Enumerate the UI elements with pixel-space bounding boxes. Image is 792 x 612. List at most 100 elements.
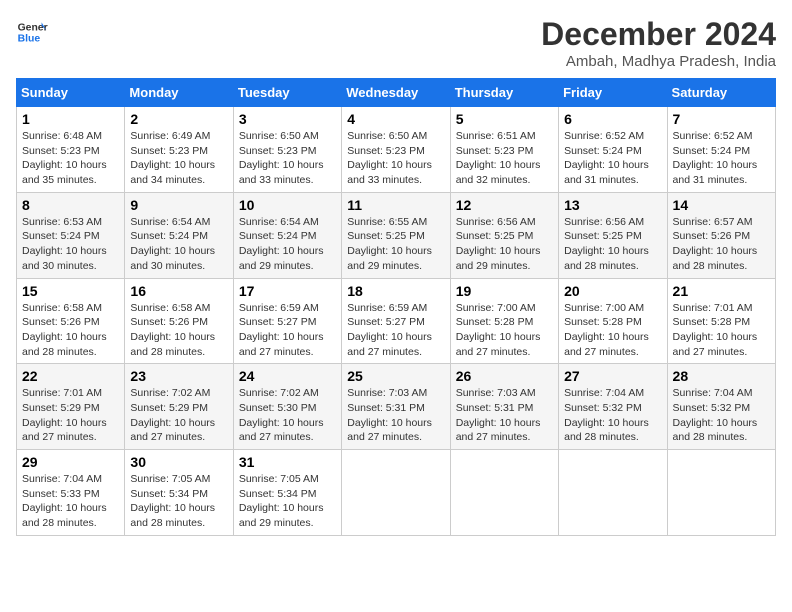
day-info: Sunrise: 6:55 AM Sunset: 5:25 PM Dayligh… <box>347 215 444 274</box>
day-info: Sunrise: 7:00 AM Sunset: 5:28 PM Dayligh… <box>456 301 553 360</box>
calendar-week-5: 29Sunrise: 7:04 AM Sunset: 5:33 PM Dayli… <box>17 450 776 536</box>
calendar-cell: 31Sunrise: 7:05 AM Sunset: 5:34 PM Dayli… <box>233 450 341 536</box>
day-number: 9 <box>130 197 227 213</box>
svg-text:General: General <box>18 22 48 33</box>
day-info: Sunrise: 6:53 AM Sunset: 5:24 PM Dayligh… <box>22 215 119 274</box>
day-number: 15 <box>22 283 119 299</box>
weekday-sunday: Sunday <box>17 79 125 107</box>
day-number: 14 <box>673 197 770 213</box>
calendar-cell: 2 Sunrise: 6:49 AM Sunset: 5:23 PM Daylig… <box>125 107 233 193</box>
day-info: Sunrise: 7:04 AM Sunset: 5:32 PM Dayligh… <box>564 386 661 445</box>
day-info: Sunrise: 6:50 AM Sunset: 5:23 PM Dayligh… <box>347 129 444 188</box>
day-number: 10 <box>239 197 336 213</box>
day-number: 13 <box>564 197 661 213</box>
calendar-cell: 17Sunrise: 6:59 AM Sunset: 5:27 PM Dayli… <box>233 278 341 364</box>
day-number: 19 <box>456 283 553 299</box>
calendar-cell: 23 Sunrise: 7:02 AM Sunset: 5:29 PM Dayli… <box>125 364 233 450</box>
day-info: Sunrise: 7:03 AM Sunset: 5:31 PM Dayligh… <box>456 386 553 445</box>
calendar-cell <box>667 450 775 536</box>
calendar-cell: 19 Sunrise: 7:00 AM Sunset: 5:28 PM Dayli… <box>450 278 558 364</box>
calendar-week-1: 1 Sunrise: 6:48 AM Sunset: 5:23 PM Daylig… <box>17 107 776 193</box>
calendar-body: 1 Sunrise: 6:48 AM Sunset: 5:23 PM Daylig… <box>17 107 776 536</box>
calendar-cell: 28Sunrise: 7:04 AM Sunset: 5:32 PM Dayli… <box>667 364 775 450</box>
title-block: December 2024 Ambah, Madhya Pradesh, Ind… <box>541 16 776 70</box>
weekday-friday: Friday <box>559 79 667 107</box>
calendar-cell: 14 Sunrise: 6:57 AM Sunset: 5:26 PM Dayli… <box>667 192 775 278</box>
calendar-cell: 13 Sunrise: 6:56 AM Sunset: 5:25 PM Dayli… <box>559 192 667 278</box>
calendar-week-3: 15 Sunrise: 6:58 AM Sunset: 5:26 PM Dayli… <box>17 278 776 364</box>
day-info: Sunrise: 7:04 AM Sunset: 5:32 PM Dayligh… <box>673 386 770 445</box>
day-number: 27 <box>564 368 661 384</box>
day-number: 4 <box>347 111 444 127</box>
day-number: 23 <box>130 368 227 384</box>
day-info: Sunrise: 7:00 AM Sunset: 5:28 PM Dayligh… <box>564 301 661 360</box>
day-number: 11 <box>347 197 444 213</box>
day-number: 16 <box>130 283 227 299</box>
calendar-cell: 26Sunrise: 7:03 AM Sunset: 5:31 PM Dayli… <box>450 364 558 450</box>
day-number: 30 <box>130 454 227 470</box>
weekday-tuesday: Tuesday <box>233 79 341 107</box>
calendar-cell: 22 Sunrise: 7:01 AM Sunset: 5:29 PM Dayli… <box>17 364 125 450</box>
day-info: Sunrise: 7:01 AM Sunset: 5:28 PM Dayligh… <box>673 301 770 360</box>
day-number: 6 <box>564 111 661 127</box>
day-info: Sunrise: 6:52 AM Sunset: 5:24 PM Dayligh… <box>673 129 770 188</box>
location: Ambah, Madhya Pradesh, India <box>541 53 776 70</box>
weekday-header-row: SundayMondayTuesdayWednesdayThursdayFrid… <box>17 79 776 107</box>
day-info: Sunrise: 7:02 AM Sunset: 5:29 PM Dayligh… <box>130 386 227 445</box>
day-info: Sunrise: 6:58 AM Sunset: 5:26 PM Dayligh… <box>22 301 119 360</box>
calendar-cell: 20Sunrise: 7:00 AM Sunset: 5:28 PM Dayli… <box>559 278 667 364</box>
month-title: December 2024 <box>541 16 776 53</box>
day-number: 7 <box>673 111 770 127</box>
calendar-cell <box>559 450 667 536</box>
weekday-thursday: Thursday <box>450 79 558 107</box>
calendar-cell: 21Sunrise: 7:01 AM Sunset: 5:28 PM Dayli… <box>667 278 775 364</box>
day-info: Sunrise: 6:49 AM Sunset: 5:23 PM Dayligh… <box>130 129 227 188</box>
calendar-cell: 9 Sunrise: 6:54 AM Sunset: 5:24 PM Daylig… <box>125 192 233 278</box>
day-info: Sunrise: 6:54 AM Sunset: 5:24 PM Dayligh… <box>239 215 336 274</box>
day-number: 1 <box>22 111 119 127</box>
weekday-monday: Monday <box>125 79 233 107</box>
calendar-cell: 4 Sunrise: 6:50 AM Sunset: 5:23 PM Daylig… <box>342 107 450 193</box>
calendar-cell: 7 Sunrise: 6:52 AM Sunset: 5:24 PM Daylig… <box>667 107 775 193</box>
day-number: 3 <box>239 111 336 127</box>
day-info: Sunrise: 6:58 AM Sunset: 5:26 PM Dayligh… <box>130 301 227 360</box>
day-number: 25 <box>347 368 444 384</box>
calendar-week-4: 22 Sunrise: 7:01 AM Sunset: 5:29 PM Dayli… <box>17 364 776 450</box>
calendar-cell: 27 Sunrise: 7:04 AM Sunset: 5:32 PM Dayli… <box>559 364 667 450</box>
calendar-header: SundayMondayTuesdayWednesdayThursdayFrid… <box>17 79 776 107</box>
calendar-cell: 12Sunrise: 6:56 AM Sunset: 5:25 PM Dayli… <box>450 192 558 278</box>
calendar-cell: 29Sunrise: 7:04 AM Sunset: 5:33 PM Dayli… <box>17 450 125 536</box>
day-number: 5 <box>456 111 553 127</box>
calendar-cell: 6Sunrise: 6:52 AM Sunset: 5:24 PM Daylig… <box>559 107 667 193</box>
calendar-cell: 25 Sunrise: 7:03 AM Sunset: 5:31 PM Dayli… <box>342 364 450 450</box>
day-number: 24 <box>239 368 336 384</box>
day-info: Sunrise: 7:01 AM Sunset: 5:29 PM Dayligh… <box>22 386 119 445</box>
calendar-cell <box>342 450 450 536</box>
calendar-week-2: 8 Sunrise: 6:53 AM Sunset: 5:24 PM Daylig… <box>17 192 776 278</box>
calendar-cell: 15 Sunrise: 6:58 AM Sunset: 5:26 PM Dayli… <box>17 278 125 364</box>
weekday-saturday: Saturday <box>667 79 775 107</box>
day-info: Sunrise: 6:48 AM Sunset: 5:23 PM Dayligh… <box>22 129 119 188</box>
day-info: Sunrise: 6:54 AM Sunset: 5:24 PM Dayligh… <box>130 215 227 274</box>
day-number: 22 <box>22 368 119 384</box>
day-info: Sunrise: 6:59 AM Sunset: 5:27 PM Dayligh… <box>347 301 444 360</box>
weekday-wednesday: Wednesday <box>342 79 450 107</box>
calendar-cell: 3 Sunrise: 6:50 AM Sunset: 5:23 PM Daylig… <box>233 107 341 193</box>
calendar-cell: 11 Sunrise: 6:55 AM Sunset: 5:25 PM Dayli… <box>342 192 450 278</box>
day-info: Sunrise: 7:02 AM Sunset: 5:30 PM Dayligh… <box>239 386 336 445</box>
day-info: Sunrise: 7:03 AM Sunset: 5:31 PM Dayligh… <box>347 386 444 445</box>
calendar-cell: 8 Sunrise: 6:53 AM Sunset: 5:24 PM Daylig… <box>17 192 125 278</box>
day-info: Sunrise: 7:04 AM Sunset: 5:33 PM Dayligh… <box>22 472 119 531</box>
calendar-cell: 18Sunrise: 6:59 AM Sunset: 5:27 PM Dayli… <box>342 278 450 364</box>
calendar-cell: 1 Sunrise: 6:48 AM Sunset: 5:23 PM Daylig… <box>17 107 125 193</box>
day-info: Sunrise: 6:57 AM Sunset: 5:26 PM Dayligh… <box>673 215 770 274</box>
svg-text:Blue: Blue <box>18 34 41 45</box>
day-number: 31 <box>239 454 336 470</box>
day-info: Sunrise: 6:56 AM Sunset: 5:25 PM Dayligh… <box>564 215 661 274</box>
page-header: General Blue December 2024 Ambah, Madhya… <box>16 16 776 70</box>
day-number: 2 <box>130 111 227 127</box>
day-info: Sunrise: 6:50 AM Sunset: 5:23 PM Dayligh… <box>239 129 336 188</box>
day-info: Sunrise: 7:05 AM Sunset: 5:34 PM Dayligh… <box>130 472 227 531</box>
logo-icon: General Blue <box>16 16 48 48</box>
day-number: 8 <box>22 197 119 213</box>
